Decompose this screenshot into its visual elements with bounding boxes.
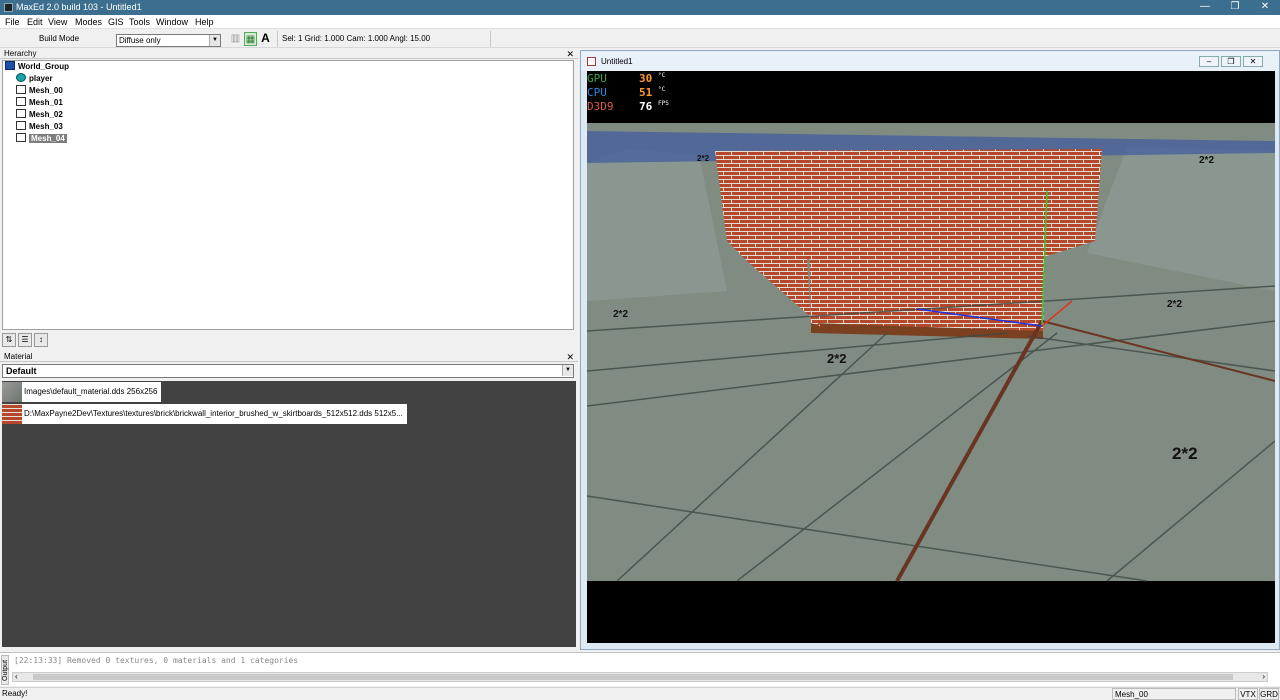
default-material-thumbnail — [2, 382, 22, 402]
render-mode-select[interactable]: Diffuse only ▼ — [116, 34, 221, 47]
window-title: MaxEd 2.0 build 103 - Untitled1 — [16, 2, 142, 12]
toolbar-separator — [490, 31, 491, 47]
floor-label: 2*2 — [827, 351, 847, 366]
cpu-temp-value: 51 — [639, 86, 653, 99]
scene-render: 2*2 2*2 2*2 2*2 2*2 2*2 — [586, 123, 1276, 582]
wireframe-toggle-icon[interactable]: ▥ — [229, 32, 242, 46]
player-icon — [16, 73, 26, 82]
restore-button[interactable]: ❐ — [1220, 0, 1250, 15]
scroll-left-icon[interactable]: ‹ — [15, 672, 18, 681]
sort-icon[interactable]: ⇅ — [2, 333, 16, 347]
mesh-icon — [16, 109, 26, 118]
render-mode-value: Diffuse only — [119, 36, 161, 45]
material-item[interactable]: Images\default_material.dds 256x256 — [2, 382, 162, 402]
scroll-right-icon[interactable]: › — [1262, 672, 1265, 681]
tree-item-mesh-01[interactable]: Mesh_01 — [3, 97, 573, 109]
brick-wall-front — [807, 163, 1047, 331]
material-item[interactable]: D:\MaxPayne2Dev\Textures\textures\brick\… — [2, 404, 407, 424]
floor-label: 2*2 — [1172, 444, 1198, 463]
hierarchy-header: Herarchy ✕ — [0, 49, 578, 59]
toolbar-separator — [277, 31, 278, 47]
chevron-down-icon: ▼ — [209, 35, 220, 46]
hierarchy-toolbar: ⇅ ☰ ↕ — [2, 333, 50, 348]
viewport-restore-button[interactable]: ❐ — [1221, 56, 1241, 67]
material-title: Material — [4, 352, 33, 361]
menu-tools[interactable]: Tools — [129, 17, 150, 27]
close-button[interactable]: ✕ — [1250, 0, 1280, 15]
app-icon — [4, 3, 13, 12]
title-bar: MaxEd 2.0 build 103 - Untitled1 — ❐ ✕ — [0, 0, 1280, 15]
output-scrollbar[interactable]: ‹ › — [12, 672, 1268, 682]
grd-indicator: GRD — [1259, 688, 1279, 700]
material-list: Images\default_material.dds 256x256 D:\M… — [2, 381, 576, 647]
mesh-icon — [16, 85, 26, 94]
list-view-icon[interactable]: ☰ — [18, 333, 32, 347]
material-selected-value: Default — [6, 366, 37, 376]
material-select[interactable]: Default ▼ — [2, 364, 574, 378]
viewport-close-button[interactable]: ✕ — [1243, 56, 1263, 67]
close-icon[interactable]: ✕ — [566, 49, 574, 59]
fps-value: 76 — [639, 100, 653, 113]
status-selection: Mesh_00 — [1112, 688, 1236, 700]
wall-label: 2*2 — [697, 154, 710, 163]
vtx-indicator: VTX — [1238, 688, 1258, 700]
fps-unit: FPS — [658, 100, 669, 107]
tree-item-mesh-03[interactable]: Mesh_03 — [3, 121, 573, 133]
menu-help[interactable]: Help — [195, 17, 214, 27]
output-log-line: [22:13:33] Removed 0 textures, 0 materia… — [14, 656, 299, 665]
menu-bar: File Edit View Modes GIS Tools Window He… — [0, 15, 1280, 29]
minimize-button[interactable]: — — [1190, 0, 1220, 15]
wall-label: 2*2 — [1199, 155, 1214, 166]
mesh-icon — [16, 133, 26, 142]
expand-icon[interactable]: ↕ — [34, 333, 48, 347]
scroll-thumb[interactable] — [33, 674, 1233, 680]
output-tab[interactable]: Output — [1, 655, 9, 685]
gpu-unit: °C — [658, 72, 666, 79]
menu-view[interactable]: View — [48, 17, 67, 27]
left-panel: Herarchy ✕ World_Group player Mesh_00 Me… — [0, 49, 578, 650]
mesh-icon — [16, 121, 26, 130]
tree-item-player[interactable]: player — [3, 73, 573, 85]
status-text: Ready! — [2, 689, 28, 698]
floor-label: 2*2 — [613, 309, 628, 320]
solid-toggle-icon[interactable]: ▦ — [244, 32, 257, 46]
tree-item-mesh-00[interactable]: Mesh_00 — [3, 85, 573, 97]
chevron-down-icon: ▼ — [562, 365, 573, 376]
text-tool-icon[interactable]: A — [259, 32, 272, 46]
world-group-icon — [5, 61, 15, 70]
menu-modes[interactable]: Modes — [75, 17, 102, 27]
brick-texture-thumbnail — [2, 404, 22, 424]
mesh-icon — [16, 97, 26, 106]
selection-status: Sel: 1 Grid: 1.000 Cam: 1.000 Angl: 15.0… — [282, 34, 431, 43]
viewport-title: Untitled1 — [601, 57, 633, 66]
hierarchy-title: Herarchy — [4, 49, 37, 58]
tree-item-mesh-02[interactable]: Mesh_02 — [3, 109, 573, 121]
menu-edit[interactable]: Edit — [27, 17, 43, 27]
viewport-titlebar: Untitled1 – ❐ ✕ — [581, 51, 1279, 71]
menu-gis[interactable]: GIS — [108, 17, 124, 27]
build-mode-label: Build Mode — [39, 34, 80, 43]
output-panel: Output [22:13:33] Removed 0 textures, 0 … — [0, 652, 1280, 686]
viewport-minimize-button[interactable]: – — [1199, 56, 1219, 67]
status-bar: Ready! Mesh_00 VTX GRD — [0, 687, 1280, 700]
floor-label: 2*2 — [1167, 299, 1182, 310]
material-header: Material ✕ — [0, 352, 578, 362]
menu-window[interactable]: Window — [156, 17, 188, 27]
tree-item-world-group[interactable]: World_Group — [3, 61, 573, 73]
3d-viewport-canvas[interactable]: 2*2 2*2 2*2 2*2 2*2 2*2 — [586, 71, 1276, 643]
cpu-unit: °C — [658, 86, 666, 93]
close-icon[interactable]: ✕ — [566, 352, 574, 362]
viewport-app-icon — [587, 57, 596, 66]
menu-file[interactable]: File — [5, 17, 20, 27]
viewport-window: Untitled1 – ❐ ✕ 2*2 2*2 2*2 2*2 2*2 2*2 … — [580, 50, 1280, 650]
hierarchy-tree[interactable]: World_Group player Mesh_00 Mesh_01 Mesh_… — [2, 60, 574, 330]
gpu-temp-value: 30 — [639, 72, 653, 85]
performance-overlay: GPU CPU D3D9 30 51 76 °C °C FPS — [587, 72, 673, 116]
gpu-label: GPU — [587, 72, 607, 85]
cpu-label: CPU — [587, 86, 607, 99]
tree-item-mesh-04[interactable]: Mesh_04 — [3, 133, 573, 145]
d3d9-label: D3D9 — [587, 100, 614, 113]
